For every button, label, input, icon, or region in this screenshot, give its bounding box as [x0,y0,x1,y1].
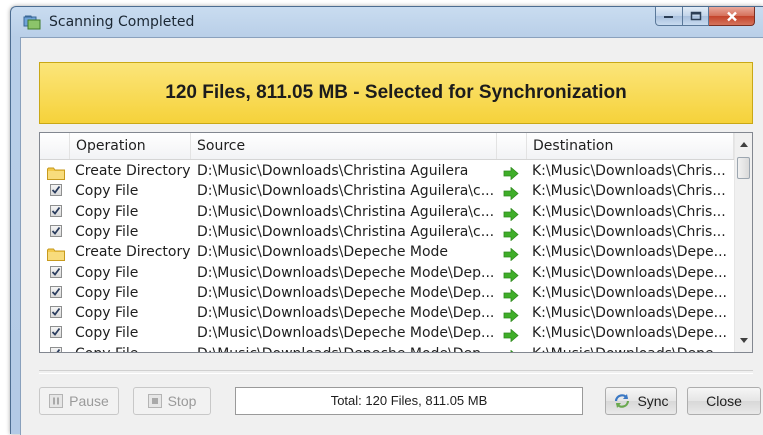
maximize-icon [690,11,701,21]
operation-cell: Copy File [75,203,139,220]
destination-cell: K:\Music\Downloads\Depe... [532,264,728,281]
source-cell: D:\Music\Downloads\Depeche Mode\Dep... [197,344,497,352]
operation-cell: Copy File [75,344,191,352]
source-cell: D:\Music\Downloads\Christina Aguilera\c.… [197,183,495,200]
stop-button[interactable]: Stop [133,387,211,415]
table-row[interactable]: Copy File D:\Music\Downloads\Depeche Mode… [40,323,734,343]
minimize-button[interactable] [655,7,683,26]
app-icon [23,14,41,30]
scroll-thumb[interactable] [737,157,750,179]
destination-cell: K:\Music\Downloads\Depe... [532,244,728,261]
pause-button[interactable]: Pause [39,387,119,415]
destination-cell: K:\Music\Downloads\Chris... [532,203,726,220]
row-checkbox[interactable] [50,224,62,237]
checkmark-icon [51,186,61,195]
destination-cell: K:\Music\Downloads\Depe... [532,284,728,301]
operation-cell: Create Directory [75,163,191,179]
pause-icon [49,394,64,408]
row-checkbox[interactable] [50,306,62,319]
source-cell: D:\Music\Downloads\Depeche Mode\Dep... [197,284,495,301]
window-title: Scanning Completed [49,14,195,30]
scroll-up-button[interactable] [735,136,752,153]
operations-list[interactable]: Operation Source Destination Create Dire… [39,132,753,353]
destination-cell: K:\Music\Downloads\Chris... [532,183,726,200]
close-icon [726,11,737,21]
operation-cell: Copy File [75,284,139,301]
close-window-button[interactable] [709,7,755,26]
checkmark-icon [51,267,61,276]
app-window: Scanning Completed 120 Files, 811.05 MB … [10,6,763,435]
close-label: Close [706,393,742,409]
header-arrow-column [497,133,527,159]
destination-cell: K:\Music\Downloads\Depe... [532,305,728,322]
source-cell: D:\Music\Downloads\Depeche Mode\Dep... [197,305,495,322]
source-cell: D:\Music\Downloads\Christina Aguilera\c.… [197,203,495,220]
close-button[interactable]: Close [687,387,761,415]
table-row[interactable]: Copy File D:\Music\Downloads\Depeche Mode… [40,344,734,352]
stop-label: Stop [167,393,197,409]
checkmark-icon [51,308,61,316]
table-row[interactable]: Copy File D:\Music\Downloads\Depeche Mode… [40,263,734,283]
row-checkbox[interactable] [50,184,62,197]
sync-button[interactable]: Sync [605,387,677,415]
table-row[interactable]: Copy File D:\Music\Downloads\Depeche Mode… [40,303,734,323]
operation-cell: Copy File [75,223,139,240]
dialog-body: 120 Files, 811.05 MB - Selected for Sync… [20,37,763,435]
table-row[interactable]: Copy File D:\Music\Downloads\Christina Ag… [40,202,734,222]
operation-cell: Create Directory [75,244,191,261]
arrow-right-icon [503,348,519,352]
source-cell: D:\Music\Downloads\Depeche Mode [197,244,449,261]
checkmark-icon [51,328,61,337]
table-row[interactable]: Copy File D:\Music\Downloads\Depeche Mode… [40,283,734,303]
header-check-column [40,133,70,159]
source-cell: D:\Music\Downloads\Depeche Mode\Dep... [197,325,495,342]
destination-cell: K:\Music\Downloads\Depe... [532,344,728,352]
row-checkbox[interactable] [50,265,62,278]
vertical-scrollbar[interactable] [734,133,752,352]
pause-label: Pause [69,393,109,409]
table-row[interactable]: Copy File D:\Music\Downloads\Christina Ag… [40,181,734,201]
separator [39,370,753,374]
destination-cell: K:\Music\Downloads\Chris... [532,223,726,240]
operation-cell: Copy File [75,305,139,322]
chevron-down-icon [739,338,748,343]
checkmark-icon [51,206,61,215]
table-row[interactable]: Create Directory D:\Music\Downloads\Depec… [40,242,734,262]
table-row[interactable]: Create Directory D:\Music\Downloads\Chris… [40,161,734,181]
checkmark-icon [51,226,61,235]
operation-cell: Copy File [75,325,139,342]
header-destination[interactable]: Destination [527,133,734,159]
caption-buttons [655,7,755,27]
source-cell: D:\Music\Downloads\Christina Aguilera [197,163,469,179]
source-cell: D:\Music\Downloads\Depeche Mode\Dep... [197,264,495,281]
total-status: Total: 120 Files, 811.05 MB [235,387,583,415]
maximize-button[interactable] [683,7,709,26]
chevron-up-icon [739,142,748,147]
operation-cell: Copy File [75,183,139,200]
operation-cell: Copy File [75,264,139,281]
destination-cell: K:\Music\Downloads\Chris... [532,163,726,179]
title-bar[interactable]: Scanning Completed [11,7,763,37]
summary-banner: 120 Files, 811.05 MB - Selected for Sync… [39,62,753,124]
source-cell: D:\Music\Downloads\Christina Aguilera\c.… [197,223,495,240]
minimize-icon [664,16,673,18]
table-row[interactable]: Copy File D:\Music\Downloads\Christina Ag… [40,222,734,242]
checkmark-icon [51,287,61,296]
stop-icon [147,394,162,408]
row-checkbox[interactable] [50,204,62,217]
row-checkbox[interactable] [50,285,62,298]
header-operation[interactable]: Operation [70,133,191,159]
destination-cell: K:\Music\Downloads\Depe... [532,325,728,342]
row-checkbox[interactable] [50,326,62,339]
scroll-down-button[interactable] [735,332,752,349]
sync-label: Sync [637,393,669,409]
header-source[interactable]: Source [191,133,497,159]
list-header: Operation Source Destination [40,133,734,160]
row-checkbox[interactable] [50,346,62,352]
checkmark-icon [56,348,61,352]
sync-icon [613,393,631,409]
